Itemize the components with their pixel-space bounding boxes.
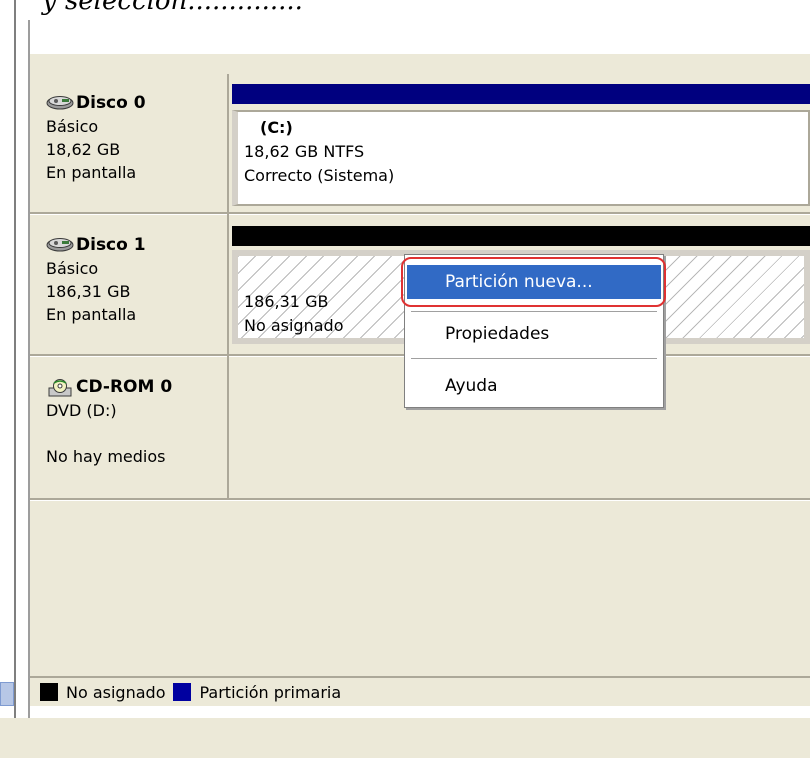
disk-1-type: Básico xyxy=(46,259,99,278)
legend-primary-label: Partición primaria xyxy=(199,682,342,702)
cdrom-0-label[interactable]: CD-ROM 0 DVD (D:) No hay medios xyxy=(46,376,172,468)
disk-0-status: En pantalla xyxy=(46,163,137,182)
legend-primary: Partición primaria xyxy=(173,683,341,702)
menu-item-help[interactable]: Ayuda xyxy=(407,369,661,403)
partition-c[interactable]: (C:) 18,62 GB NTFS Correcto (Sistema) xyxy=(232,110,810,206)
legend-unallocated-swatch xyxy=(40,683,58,701)
menu-item-properties[interactable]: Propiedades xyxy=(407,317,661,351)
label-column-divider xyxy=(227,74,229,498)
row-divider-light xyxy=(30,500,810,501)
disk-0-size: 18,62 GB xyxy=(46,140,121,159)
menu-separator xyxy=(411,311,657,312)
context-menu: Partición nueva... Propiedades Ayuda xyxy=(404,254,664,408)
partition-c-label: (C:) xyxy=(260,118,293,137)
disk-1-status: En pantalla xyxy=(46,305,137,324)
partition-c-header xyxy=(232,84,810,104)
disk-0-label[interactable]: Disco 0 Básico 18,62 GB En pantalla xyxy=(46,92,146,184)
hard-disk-icon xyxy=(46,237,74,251)
disk-0-name: Disco 0 xyxy=(76,93,146,113)
disk-1-label[interactable]: Disco 1 Básico 186,31 GB En pantalla xyxy=(46,234,146,326)
cdrom-0-name: CD-ROM 0 xyxy=(76,377,173,397)
window-stub xyxy=(0,682,14,706)
legend-unallocated: No asignado xyxy=(40,683,165,702)
partition-unallocated-header xyxy=(232,226,810,246)
disk-1-name: Disco 1 xyxy=(76,235,146,255)
left-edge xyxy=(14,0,16,758)
menu-separator xyxy=(411,358,657,359)
partition-unallocated-detail: 186,31 GB xyxy=(244,292,329,311)
cdrom-0-type: DVD (D:) xyxy=(46,401,117,420)
row-divider-light xyxy=(30,214,810,215)
legend-unallocated-label: No asignado xyxy=(66,682,166,702)
partition-unallocated-state: No asignado xyxy=(244,316,344,335)
disk-0-type: Básico xyxy=(46,117,99,136)
partition-c-state: Correcto (Sistema) xyxy=(244,166,395,185)
legend-primary-swatch xyxy=(173,683,192,701)
partition-c-detail: 18,62 GB NTFS xyxy=(244,142,365,161)
hard-disk-icon xyxy=(46,95,74,109)
top-region: y selección.............. xyxy=(0,0,810,52)
caption-text: y selección.............. xyxy=(42,0,303,16)
legend: No asignado Partición primaria xyxy=(30,676,810,706)
disk-1-size: 186,31 GB xyxy=(46,282,131,301)
menu-item-new-partition[interactable]: Partición nueva... xyxy=(407,265,661,299)
cdrom-icon xyxy=(48,378,72,396)
cdrom-0-status: No hay medios xyxy=(46,447,166,466)
status-bar xyxy=(0,718,810,758)
